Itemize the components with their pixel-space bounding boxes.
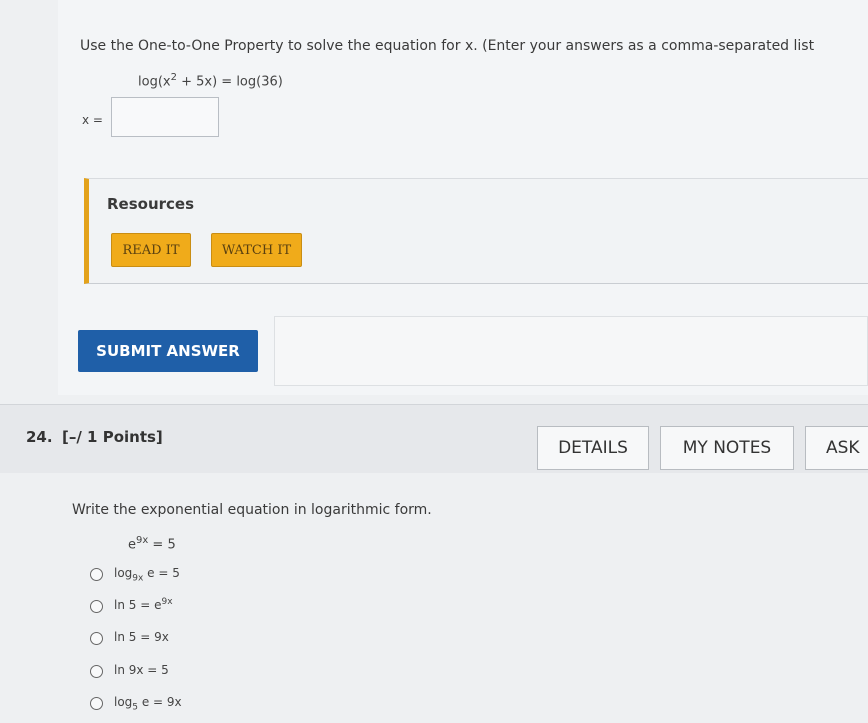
option-text: log5 e = 9x	[114, 694, 182, 712]
question-24-prompt: Write the exponential equation in logari…	[72, 502, 432, 518]
option-1[interactable]: log9x e = 5	[90, 564, 180, 584]
option-5[interactable]: log5 e = 9x	[90, 693, 182, 713]
eq-rest: = 5	[148, 537, 176, 553]
option-3[interactable]: ln 5 = 9x	[90, 628, 169, 648]
submit-answer-button[interactable]: SUBMIT ANSWER	[78, 330, 258, 372]
option-part: e = 9x	[138, 694, 182, 709]
equation-left-base: log(x	[138, 74, 171, 90]
question-24-points: [–/ 1 Points]	[62, 428, 163, 446]
question-24-number: 24.	[26, 428, 53, 446]
eq-base: e	[128, 537, 136, 553]
option-2[interactable]: ln 5 = e9x	[90, 596, 173, 616]
option-4[interactable]: ln 9x = 5	[90, 661, 169, 681]
details-button[interactable]: DETAILS	[537, 426, 649, 470]
radio-button[interactable]	[90, 664, 103, 678]
question-24-equation: e9x = 5	[128, 535, 176, 552]
radio-button[interactable]	[90, 599, 103, 613]
option-text: ln 9x = 5	[114, 662, 169, 680]
resources-title: Resources	[107, 195, 195, 213]
option-part: log	[114, 694, 133, 709]
option-sub: 9x	[132, 573, 144, 584]
question-23-equation: log(x2 + 5x) = log(36)	[138, 72, 283, 89]
option-text: ln 5 = e9x	[114, 597, 173, 615]
option-part: e = 5	[143, 565, 180, 580]
my-notes-button[interactable]: MY NOTES	[660, 426, 794, 470]
equation-rest: + 5x) = log(36)	[176, 74, 283, 90]
resources-panel: Resources READ IT WATCH IT	[84, 178, 868, 284]
ask-button[interactable]: ASK	[805, 426, 868, 470]
option-part: log	[114, 565, 133, 580]
option-part: ln 9x = 5	[114, 662, 169, 677]
option-part: ln 5 = 9x	[114, 629, 169, 644]
answer-label: x =	[82, 113, 103, 127]
radio-button[interactable]	[90, 696, 103, 710]
radio-button[interactable]	[90, 631, 103, 645]
radio-button[interactable]	[90, 567, 103, 581]
read-it-button[interactable]: READ IT	[111, 233, 191, 267]
question-23-prompt: Use the One-to-One Property to solve the…	[80, 38, 815, 54]
option-sup: 9x	[161, 596, 173, 607]
eq-exponent: 9x	[136, 535, 149, 546]
feedback-area	[274, 316, 868, 386]
option-text: ln 5 = 9x	[114, 629, 169, 647]
watch-it-button[interactable]: WATCH IT	[211, 233, 302, 267]
option-part: ln 5 = e	[114, 597, 162, 612]
answer-input[interactable]	[111, 97, 219, 137]
option-text: log9x e = 5	[114, 565, 180, 583]
